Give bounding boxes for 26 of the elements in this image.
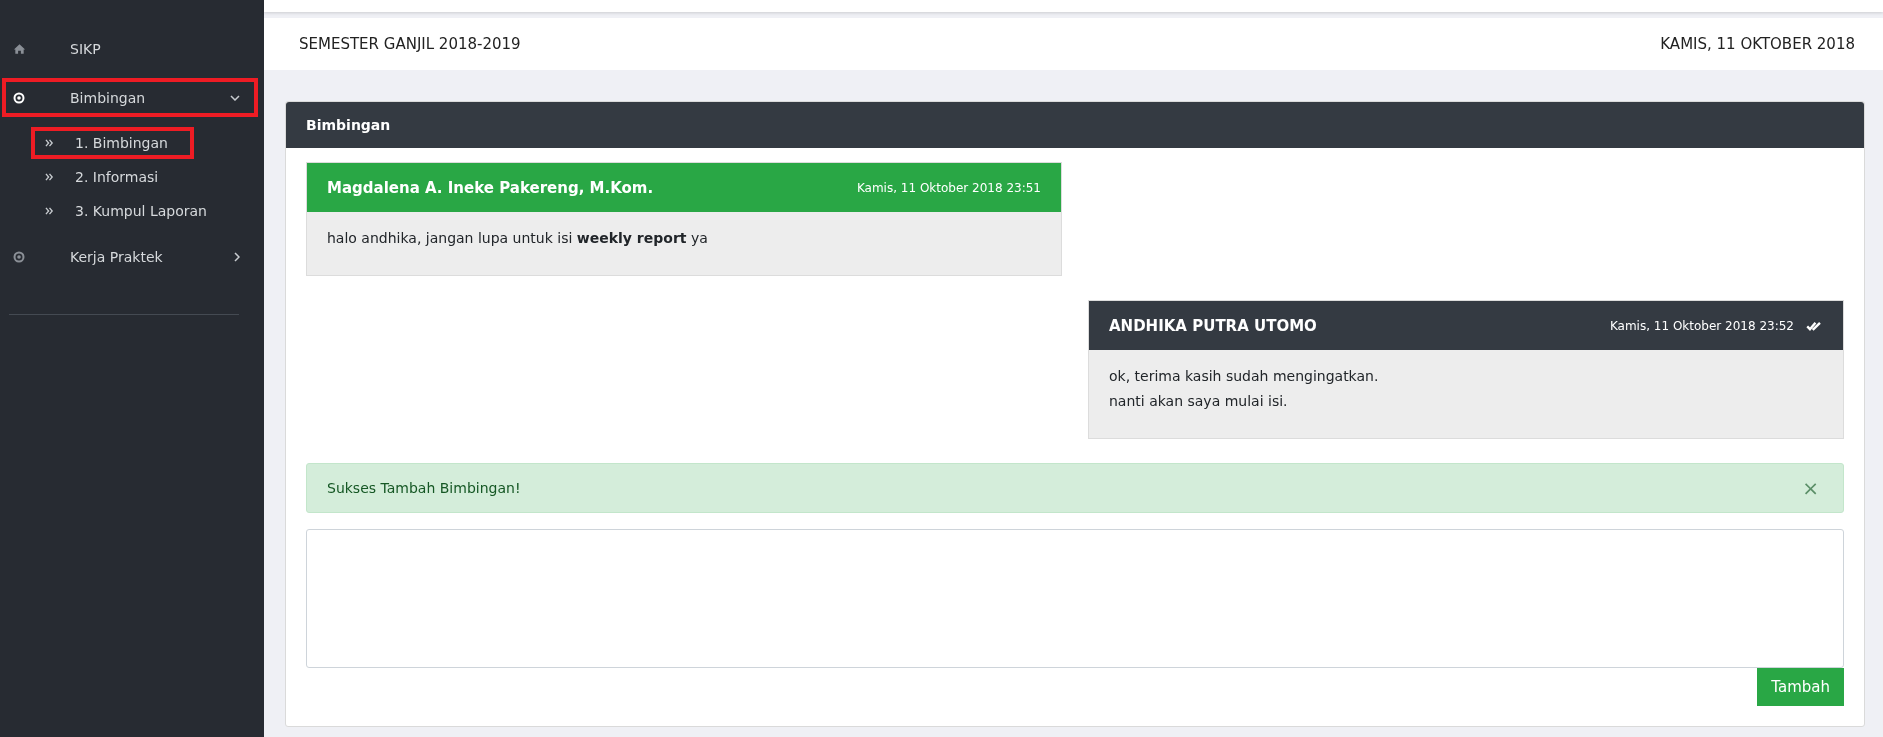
target-icon [13, 91, 27, 104]
sidebar-item[interactable]: Kerja Praktek [2, 237, 258, 276]
message-time: Kamis, 11 Oktober 2018 23:52 [1609, 318, 1794, 333]
sidebar-item[interactable]: SIKP [2, 29, 258, 68]
submenu-item[interactable]: 1. Bimbingan [31, 127, 194, 159]
message-input[interactable] [306, 529, 1844, 668]
sender-name: Magdalena A. Ineke Pakereng, M.Kom. [327, 178, 654, 197]
message-time: Kamis, 11 Oktober 2018 23:51 [856, 180, 1041, 195]
home-icon [13, 42, 27, 55]
message-text: halo andhika, jangan lupa untuk isi weekly report ya [327, 229, 709, 248]
message-text: nanti akan saya mulai isi. [1109, 392, 1289, 411]
double-chevron-icon [45, 173, 54, 181]
panel-title: Bimbingan [286, 102, 1864, 148]
target-icon [13, 250, 27, 263]
chevron-icon [230, 94, 240, 101]
alert-message: Sukses Tambah Bimbingan! [327, 480, 521, 496]
sender-name: ANDHIKA PUTRA UTOMO [1109, 316, 1317, 335]
double-chevron-icon [45, 207, 54, 215]
chevron-icon [234, 251, 240, 262]
date-label: KAMIS, 11 OKTOBER 2018 [1660, 35, 1855, 53]
submenu-item[interactable]: 3. Kumpul Laporan [31, 195, 233, 227]
message-text: ok, terima kasih sudah mengingatkan. [1109, 367, 1380, 386]
double-chevron-icon [45, 139, 54, 147]
sidebar-item[interactable]: Bimbingan [2, 78, 258, 117]
submenu-item[interactable]: 2. Informasi [31, 161, 185, 193]
semester-label: SEMESTER GANJIL 2018-2019 [299, 35, 521, 53]
